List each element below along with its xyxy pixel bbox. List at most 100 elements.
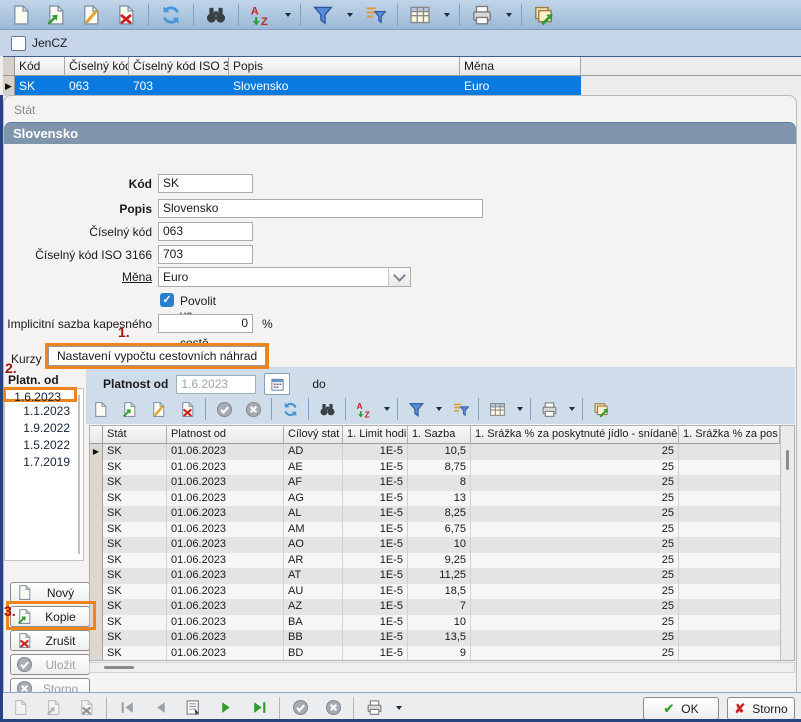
kapesne-field[interactable]: 0 — [158, 314, 253, 333]
iso-field[interactable]: 703 — [158, 245, 253, 264]
horizontal-scrollbar[interactable] — [89, 662, 795, 673]
scrollbar-thumb[interactable] — [786, 450, 789, 470]
next-record-icon[interactable] — [213, 695, 239, 721]
filter-builder-icon[interactable] — [449, 398, 471, 420]
rates-table-row[interactable]: SK 01.06.2023 AZ 1E-5 7 25 — [90, 599, 780, 615]
print-dropdown-caret[interactable] — [569, 407, 575, 411]
sort-dropdown-caret[interactable] — [285, 13, 291, 17]
rates-table-row[interactable]: SK 01.06.2023 AG 1E-5 13 25 — [90, 491, 780, 507]
export-icon[interactable] — [590, 398, 612, 420]
new-document-icon[interactable] — [89, 398, 111, 420]
vertical-scrollbar[interactable] — [780, 426, 794, 660]
cancel-icon[interactable] — [242, 398, 264, 420]
filter-icon[interactable] — [405, 398, 427, 420]
rates-table-row[interactable]: SK 01.06.2023 BD 1E-5 9 25 — [90, 646, 780, 661]
column-header-limit-hodin[interactable]: 1. Limit hodin — [343, 426, 408, 444]
print-dropdown-caret[interactable] — [506, 13, 512, 17]
column-header-sazba[interactable]: 1. Sazba — [408, 426, 471, 444]
column-header-mena[interactable]: Měna — [460, 57, 581, 76]
sort-dropdown-caret[interactable] — [384, 407, 390, 411]
povolit-checkbox[interactable]: ✓ — [160, 293, 174, 307]
copy-document-icon[interactable] — [43, 2, 69, 28]
edit-document-icon[interactable] — [78, 2, 104, 28]
rates-table-row[interactable]: SK 01.06.2023 AF 1E-5 8 25 — [90, 475, 780, 491]
first-record-icon[interactable] — [114, 695, 140, 721]
kod-field[interactable]: SK — [158, 174, 253, 193]
delete-document-icon[interactable] — [176, 398, 198, 420]
countries-row-selected[interactable]: ▶ SK 063 703 Slovensko Euro — [3, 76, 801, 96]
validity-date-item[interactable]: 1.5.2022 — [5, 437, 83, 454]
mena-dropdown-button[interactable] — [388, 268, 410, 286]
filter-icon[interactable] — [310, 2, 336, 28]
cancel-icon[interactable] — [320, 695, 346, 721]
refresh-icon[interactable] — [279, 398, 301, 420]
previous-record-icon[interactable] — [147, 695, 173, 721]
print-dropdown-caret[interactable] — [396, 706, 402, 710]
edit-document-icon[interactable] — [147, 398, 169, 420]
column-header-popis[interactable]: Popis — [229, 57, 460, 76]
rates-table-row[interactable]: SK 01.06.2023 AO 1E-5 10 25 — [90, 537, 780, 553]
rates-table-row[interactable]: SK 01.06.2023 AU 1E-5 18,5 25 — [90, 584, 780, 600]
row-indicator — [90, 568, 103, 584]
rates-table-row[interactable]: SK 01.06.2023 BA 1E-5 10 25 — [90, 615, 780, 631]
filter-dropdown-caret[interactable] — [436, 407, 442, 411]
detail-view-icon[interactable] — [180, 695, 206, 721]
copy-document-icon[interactable] — [118, 398, 140, 420]
mena-label[interactable]: Měna — [4, 270, 152, 284]
columns-dropdown-caret[interactable] — [444, 13, 450, 17]
scrollbar-thumb[interactable] — [104, 666, 134, 669]
delete-document-icon[interactable] — [113, 2, 139, 28]
last-record-icon[interactable] — [246, 695, 272, 721]
column-header-stat[interactable]: Stát — [103, 426, 167, 444]
novy-button[interactable]: Nový — [10, 582, 90, 603]
apply-icon[interactable] — [287, 695, 313, 721]
cell-limit: 1E-5 — [343, 646, 408, 661]
new-document-icon[interactable] — [8, 2, 34, 28]
search-icon[interactable] — [316, 398, 338, 420]
column-header-iso[interactable]: Číselný kód ISO 3166 — [129, 57, 229, 76]
validity-date-item[interactable]: 1.9.2022 — [5, 420, 83, 437]
rates-table-row[interactable]: SK 01.06.2023 AD 1E-5 10,5 25 — [90, 444, 780, 460]
search-icon[interactable] — [203, 2, 229, 28]
column-chooser-icon[interactable] — [486, 398, 508, 420]
column-header-ciselny-kod[interactable]: Číselný kód — [65, 57, 129, 76]
column-chooser-icon[interactable] — [407, 2, 433, 28]
print-icon[interactable] — [538, 398, 560, 420]
platnost-od-field[interactable]: 1.6.2023 — [176, 375, 256, 394]
export-icon[interactable] — [531, 2, 557, 28]
validity-date-item[interactable]: 1.6.2023 — [3, 387, 77, 402]
jencz-checkbox[interactable] — [11, 36, 26, 51]
rates-table-row[interactable]: SK 01.06.2023 AM 1E-5 6,75 25 — [90, 522, 780, 538]
ciselny-kod-field[interactable]: 063 — [158, 222, 253, 241]
column-header-srazka-snidane[interactable]: 1. Srážka % za poskytnuté jídlo - snídan… — [471, 426, 679, 444]
calendar-button[interactable] — [264, 373, 290, 395]
print-icon[interactable] — [469, 2, 495, 28]
rates-table-row[interactable]: SK 01.06.2023 AT 1E-5 11,25 25 — [90, 568, 780, 584]
validity-date-item[interactable]: 1.1.2023 — [5, 403, 83, 420]
validity-date-item[interactable]: 1.7.2019 — [5, 454, 83, 471]
annotation-box-3 — [6, 601, 96, 630]
rates-table-row[interactable]: SK 01.06.2023 AR 1E-5 9,25 25 — [90, 553, 780, 569]
toolbar-separator — [397, 4, 398, 26]
popis-field[interactable]: Slovensko — [158, 199, 483, 218]
sort-az-icon[interactable] — [353, 398, 375, 420]
refresh-icon[interactable] — [158, 2, 184, 28]
zrusit-button[interactable]: Zrušit — [10, 630, 90, 651]
column-header-kod[interactable]: Kód — [15, 57, 65, 76]
rates-table-row[interactable]: SK 01.06.2023 AL 1E-5 8,25 25 — [90, 506, 780, 522]
column-header-cilovy-stat[interactable]: Cílový stat — [284, 426, 343, 444]
rates-table-row[interactable]: SK 01.06.2023 BB 1E-5 13,5 25 — [90, 630, 780, 646]
print-icon[interactable] — [361, 695, 387, 721]
rates-table-row[interactable]: SK 01.06.2023 AE 1E-5 8,75 25 — [90, 460, 780, 476]
storno-button[interactable]: ✘ Storno — [727, 697, 795, 720]
ok-button[interactable]: ✔ OK — [643, 697, 719, 720]
apply-icon[interactable] — [213, 398, 235, 420]
filter-builder-icon[interactable] — [362, 2, 388, 28]
mena-dropdown[interactable]: Euro — [158, 267, 411, 287]
sort-az-icon[interactable] — [248, 2, 274, 28]
filter-dropdown-caret[interactable] — [347, 13, 353, 17]
column-header-platnost-od[interactable]: Platnost od — [167, 426, 284, 444]
tab-nahrady[interactable]: Nastavení vypočtu cestovních náhrad — [48, 346, 266, 366]
column-header-srazka-2[interactable]: 1. Srážka % za pos — [679, 426, 780, 444]
columns-dropdown-caret[interactable] — [517, 407, 523, 411]
